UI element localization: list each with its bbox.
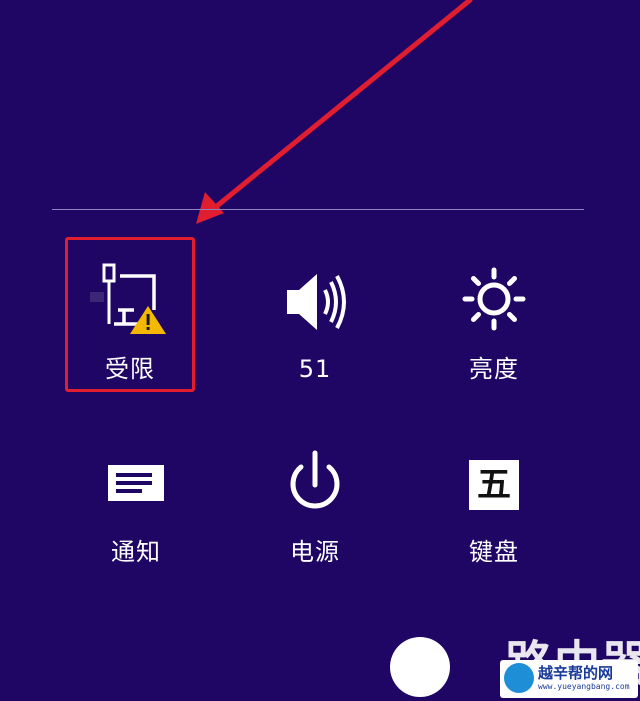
watermark-badge-logo: [504, 663, 534, 693]
notifications-icon: [108, 465, 164, 501]
watermark-badge-title: 越辛帮的网: [538, 664, 614, 682]
divider: [52, 209, 584, 210]
notifications-tile[interactable]: 通知: [76, 445, 196, 566]
watermark-badge-url: www.yueyangbang.com: [538, 682, 630, 691]
keyboard-label: 键盘: [469, 538, 519, 566]
watermark-logo: [390, 637, 450, 697]
brightness-tile[interactable]: 亮度: [434, 262, 554, 383]
keyboard-tile[interactable]: 五 键盘: [434, 445, 554, 566]
network-status-label: 受限: [105, 355, 155, 383]
network-limited-icon: [90, 263, 166, 334]
power-label: 电源: [290, 538, 340, 566]
notifications-label: 通知: [111, 538, 161, 566]
keyboard-icon: 五: [454, 445, 534, 525]
brightness-icon: [462, 267, 526, 331]
volume-tile[interactable]: 51: [255, 262, 375, 383]
settings-charm-panel: 受限 51 亮度 通知 电源 五 键盘 越辛帮的网 www.yueyangban…: [0, 0, 640, 701]
brightness-label: 亮度: [469, 355, 519, 383]
keyboard-input-glyph: 五: [477, 465, 511, 505]
volume-icon: [287, 274, 346, 330]
power-icon: [290, 450, 340, 509]
network-tile[interactable]: 受限: [70, 262, 190, 383]
power-tile[interactable]: 电源: [255, 445, 375, 566]
watermark-badge: 越辛帮的网 www.yueyangbang.com: [500, 660, 638, 698]
volume-level-label: 51: [298, 355, 332, 383]
watermark: 路由器 越辛帮的网 www.yueyangbang.com: [385, 622, 640, 701]
